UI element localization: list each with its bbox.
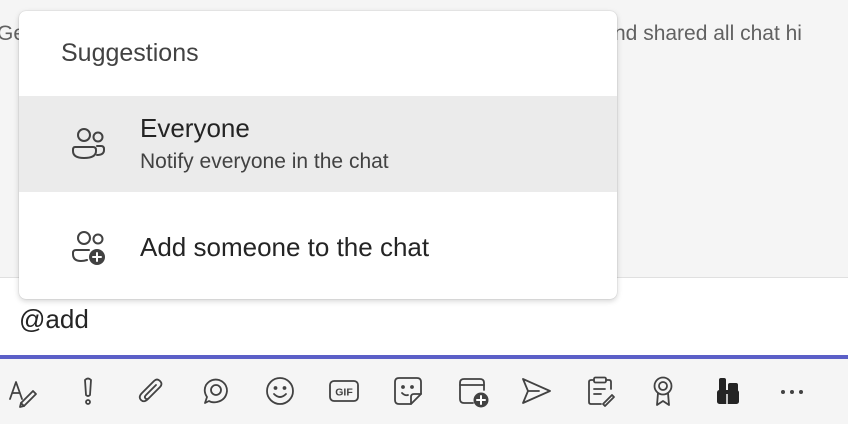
- schedule-meeting-icon: [459, 378, 489, 408]
- message-input[interactable]: @add: [19, 304, 89, 334]
- sticker-button[interactable]: [390, 373, 426, 409]
- compose-toolbar: GIF: [0, 359, 848, 424]
- suggestion-everyone-label: Everyone: [140, 113, 250, 143]
- suggestions-title: Suggestions: [61, 39, 199, 67]
- forms-icon: [588, 376, 615, 407]
- emoji-icon: [266, 377, 294, 405]
- gif-label: GIF: [335, 387, 353, 399]
- attach-icon: [138, 378, 163, 403]
- chat-history-text-right: nd shared all chat hi: [614, 22, 802, 45]
- schedule-meeting-button[interactable]: [455, 373, 491, 409]
- attach-button[interactable]: [133, 373, 169, 409]
- stream-button[interactable]: [518, 373, 554, 409]
- praise-icon: [653, 376, 673, 406]
- suggestion-everyone-description: Notify everyone in the chat: [140, 150, 389, 173]
- forms-button[interactable]: [582, 373, 618, 409]
- apps-icon: [717, 378, 739, 404]
- emoji-button[interactable]: [262, 373, 298, 409]
- important-button[interactable]: [70, 373, 106, 409]
- apps-button[interactable]: [710, 373, 746, 409]
- gif-icon: GIF: [329, 380, 359, 402]
- loop-icon: [203, 378, 228, 404]
- more-icon: [781, 390, 803, 394]
- format-icon: [9, 381, 37, 408]
- more-button[interactable]: [774, 373, 810, 409]
- important-icon: [84, 377, 92, 405]
- people-icon: [69, 123, 109, 163]
- sticker-icon: [394, 377, 422, 405]
- mention-suggestions-popup: Suggestions Everyone Notify everyone in …: [19, 11, 617, 299]
- people-add-icon: [69, 227, 109, 267]
- praise-button[interactable]: [645, 373, 681, 409]
- gif-button[interactable]: GIF: [326, 373, 362, 409]
- stream-icon: [522, 378, 551, 404]
- suggestion-add-someone-label: Add someone to the chat: [140, 232, 430, 262]
- suggestion-add-someone[interactable]: Add someone to the chat: [19, 198, 617, 294]
- loop-button[interactable]: [197, 373, 233, 409]
- format-button[interactable]: [4, 373, 40, 409]
- suggestion-everyone[interactable]: Everyone Notify everyone in the chat: [19, 96, 617, 192]
